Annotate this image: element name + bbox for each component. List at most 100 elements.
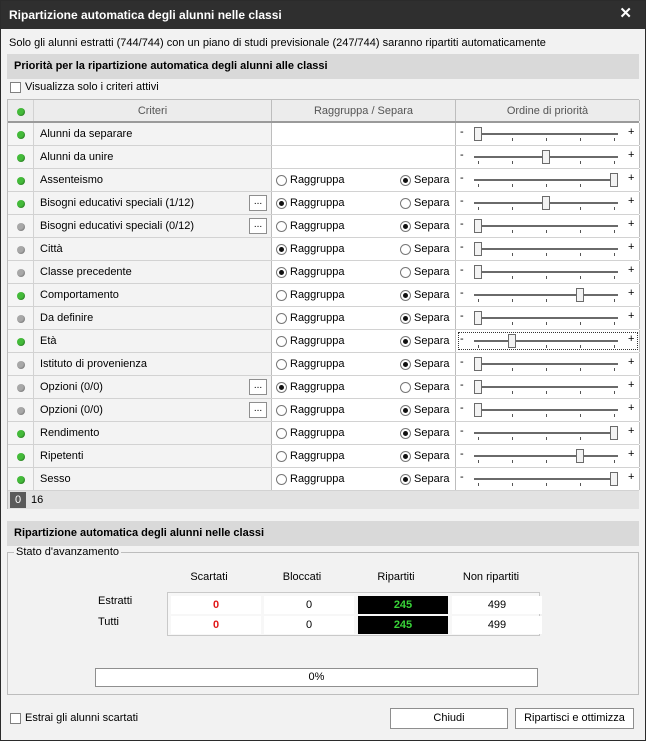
- separate-radio[interactable]: Separa: [400, 289, 449, 301]
- edit-criteria-button[interactable]: ...: [249, 195, 267, 211]
- criteria-row[interactable]: Bisogni educativi speciali (1/12)... Ragg…: [8, 192, 640, 215]
- radio-circle-icon[interactable]: [400, 289, 411, 301]
- header-criteria[interactable]: Criteri: [34, 100, 272, 121]
- minus-icon[interactable]: -: [460, 241, 464, 253]
- criteria-row[interactable]: Sesso Raggruppa Separa - +: [8, 468, 640, 491]
- radio-circle-icon[interactable]: [400, 335, 411, 347]
- plus-icon[interactable]: +: [628, 448, 634, 460]
- slider-track[interactable]: [474, 133, 618, 135]
- group-radio[interactable]: Raggruppa: [276, 220, 344, 232]
- priority-slider[interactable]: - +: [456, 422, 640, 444]
- plus-icon[interactable]: +: [628, 241, 634, 253]
- criteria-row[interactable]: Ripetenti Raggruppa Separa - +: [8, 445, 640, 468]
- slider-knob[interactable]: [474, 242, 482, 256]
- group-radio[interactable]: Raggruppa: [276, 381, 344, 393]
- minus-icon[interactable]: -: [460, 402, 464, 414]
- criteria-row[interactable]: Alunni da unire - +: [8, 146, 640, 169]
- edit-criteria-button[interactable]: ...: [249, 218, 267, 234]
- priority-slider[interactable]: - +: [456, 445, 640, 467]
- slider-knob[interactable]: [474, 403, 482, 417]
- radio-circle-icon[interactable]: [276, 473, 287, 485]
- priority-slider[interactable]: - +: [456, 376, 640, 398]
- group-radio[interactable]: Raggruppa: [276, 243, 344, 255]
- priority-slider[interactable]: - +: [456, 307, 640, 329]
- criteria-row[interactable]: Alunni da separare - +: [8, 123, 640, 146]
- criteria-row[interactable]: Comportamento Raggruppa Separa - +: [8, 284, 640, 307]
- priority-slider[interactable]: - +: [456, 261, 640, 283]
- radio-circle-icon[interactable]: [400, 312, 411, 324]
- minus-icon[interactable]: -: [460, 172, 464, 184]
- header-group-separate[interactable]: Raggruppa / Separa: [272, 100, 456, 121]
- edit-criteria-button[interactable]: ...: [249, 402, 267, 418]
- criteria-row[interactable]: Da definire Raggruppa Separa - +: [8, 307, 640, 330]
- minus-icon[interactable]: -: [460, 264, 464, 276]
- radio-circle-icon[interactable]: [400, 174, 411, 186]
- radio-circle-icon[interactable]: [400, 450, 411, 462]
- radio-circle-icon[interactable]: [400, 197, 411, 209]
- radio-circle-icon[interactable]: [400, 220, 411, 232]
- plus-icon[interactable]: +: [628, 356, 634, 368]
- slider-knob[interactable]: [474, 357, 482, 371]
- slider-track[interactable]: [474, 179, 618, 181]
- radio-circle-icon[interactable]: [276, 404, 287, 416]
- priority-slider[interactable]: - +: [456, 330, 640, 352]
- minus-icon[interactable]: -: [460, 287, 464, 299]
- slider-knob[interactable]: [576, 449, 584, 463]
- separate-radio[interactable]: Separa: [400, 427, 449, 439]
- plus-icon[interactable]: +: [628, 471, 634, 483]
- separate-radio[interactable]: Separa: [400, 266, 449, 278]
- edit-criteria-button[interactable]: ...: [249, 379, 267, 395]
- header-priority[interactable]: Ordine di priorità: [456, 100, 640, 121]
- group-radio[interactable]: Raggruppa: [276, 174, 344, 186]
- slider-knob[interactable]: [508, 334, 516, 348]
- radio-circle-icon[interactable]: [276, 358, 287, 370]
- plus-icon[interactable]: +: [628, 402, 634, 414]
- radio-circle-icon[interactable]: [276, 312, 287, 324]
- group-radio[interactable]: Raggruppa: [276, 312, 344, 324]
- criteria-row[interactable]: Città Raggruppa Separa - +: [8, 238, 640, 261]
- plus-icon[interactable]: +: [628, 379, 634, 391]
- close-button[interactable]: Chiudi: [390, 708, 508, 729]
- slider-track[interactable]: [474, 317, 618, 319]
- slider-track[interactable]: [474, 271, 618, 273]
- plus-icon[interactable]: +: [628, 149, 634, 161]
- radio-circle-icon[interactable]: [276, 174, 287, 186]
- minus-icon[interactable]: -: [460, 379, 464, 391]
- group-radio[interactable]: Raggruppa: [276, 197, 344, 209]
- separate-radio[interactable]: Separa: [400, 174, 449, 186]
- minus-icon[interactable]: -: [460, 425, 464, 437]
- radio-circle-icon[interactable]: [276, 450, 287, 462]
- group-radio[interactable]: Raggruppa: [276, 266, 344, 278]
- priority-slider[interactable]: - +: [456, 468, 640, 490]
- plus-icon[interactable]: +: [628, 172, 634, 184]
- extract-discarded-checkbox[interactable]: Estrai gli alunni scartati: [10, 712, 138, 724]
- separate-radio[interactable]: Separa: [400, 358, 449, 370]
- plus-icon[interactable]: +: [628, 310, 634, 322]
- priority-slider[interactable]: - +: [456, 399, 640, 421]
- radio-circle-icon[interactable]: [400, 404, 411, 416]
- checkbox-box[interactable]: [10, 712, 21, 724]
- criteria-row[interactable]: Età Raggruppa Separa - +: [8, 330, 640, 353]
- separate-radio[interactable]: Separa: [400, 312, 449, 324]
- pager-item[interactable]: 0: [10, 492, 27, 508]
- slider-track[interactable]: [474, 363, 618, 365]
- slider-track[interactable]: [474, 340, 618, 342]
- plus-icon[interactable]: +: [628, 218, 634, 230]
- group-radio[interactable]: Raggruppa: [276, 335, 344, 347]
- criteria-row[interactable]: Classe precedente Raggruppa Separa - +: [8, 261, 640, 284]
- slider-knob[interactable]: [474, 265, 482, 279]
- slider-knob[interactable]: [610, 173, 618, 187]
- distribute-optimize-button[interactable]: Ripartisci e ottimizza: [515, 708, 634, 729]
- criteria-row[interactable]: Rendimento Raggruppa Separa - +: [8, 422, 640, 445]
- slider-knob[interactable]: [610, 426, 618, 440]
- slider-knob[interactable]: [576, 288, 584, 302]
- radio-circle-icon[interactable]: [276, 289, 287, 301]
- radio-circle-icon[interactable]: [400, 358, 411, 370]
- separate-radio[interactable]: Separa: [400, 335, 449, 347]
- radio-circle-icon[interactable]: [276, 220, 287, 232]
- minus-icon[interactable]: -: [460, 471, 464, 483]
- separate-radio[interactable]: Separa: [400, 197, 449, 209]
- criteria-row[interactable]: Bisogni educativi speciali (0/12)... Ragg…: [8, 215, 640, 238]
- slider-track[interactable]: [474, 248, 618, 250]
- slider-knob[interactable]: [474, 219, 482, 233]
